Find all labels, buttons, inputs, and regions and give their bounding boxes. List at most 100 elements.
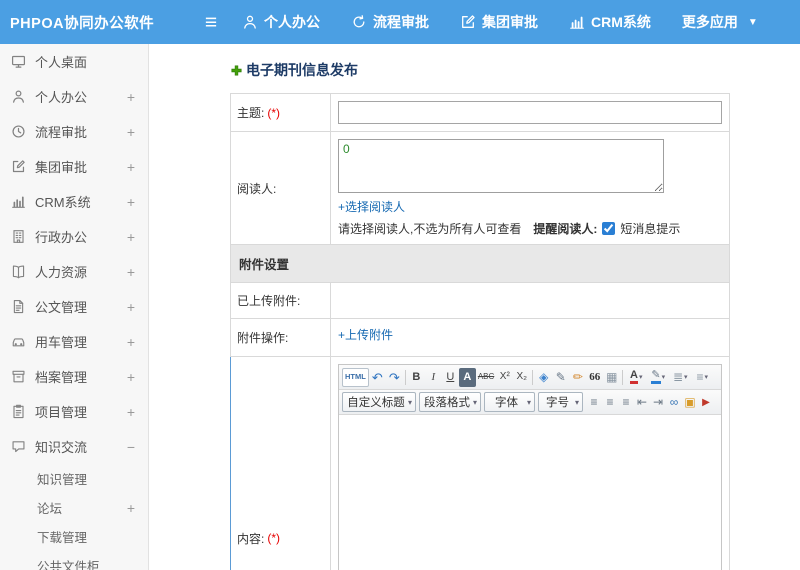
background-color-button[interactable]: ✎ ▾ <box>647 368 669 387</box>
expand-toggle[interactable]: + <box>127 229 135 245</box>
indent-button[interactable]: ⇥ <box>650 393 666 412</box>
nav-group-approval[interactable]: 集团审批 <box>460 12 538 32</box>
attachment-op-row: 附件操作: +上传附件 <box>231 319 729 357</box>
custom-heading-dropdown[interactable]: 自定义标题 ▾ <box>342 392 416 412</box>
insert-image-button[interactable]: ▣ <box>682 393 698 412</box>
nav-crm-system[interactable]: CRM系统 <box>569 12 651 32</box>
expand-toggle[interactable]: + <box>127 124 135 140</box>
expand-toggle[interactable]: + <box>127 264 135 280</box>
select-readers-link[interactable]: +选择阅读人 <box>338 198 405 215</box>
sidebar-item-workflow-approval[interactable]: 流程审批 + <box>0 114 148 149</box>
sidebar-subitem-public-file-cabinet[interactable]: 公共文件柜 <box>0 551 148 570</box>
edit-icon <box>462 15 475 28</box>
sidebar-item-personal-office[interactable]: 个人办公 + <box>0 79 148 114</box>
sidebar-item-personal-desktop[interactable]: 个人桌面 <box>0 44 148 79</box>
paragraph-format-dropdown[interactable]: 段落格式 ▾ <box>419 392 481 412</box>
chevron-down-icon: ▾ <box>472 397 477 407</box>
expand-toggle[interactable]: + <box>127 500 135 516</box>
upload-attachment-link[interactable]: +上传附件 <box>338 326 393 343</box>
sidebar-item-knowledge-exchange[interactable]: 知识交流 − <box>0 429 148 464</box>
sidebar-item-vehicle-management[interactable]: 用车管理 + <box>0 324 148 359</box>
sms-remind-checkbox[interactable] <box>602 222 616 235</box>
align-right-button[interactable]: ≡ <box>618 393 634 412</box>
outdent-button[interactable]: ⇤ <box>634 393 650 412</box>
attachment-section-row: 附件设置 <box>231 245 729 283</box>
main-content: 电子期刊信息发布 主题: (*) 阅读人: 0 +选择阅读人 请选择阅读人,不选… <box>149 44 800 570</box>
emoticon-button[interactable]: ▦ <box>603 368 620 387</box>
redo-button[interactable]: ↷ <box>386 368 403 387</box>
rich-text-editor: HTML ↶ ↷ B I U A ABC X² X₂ ◈ ✎ ✏ 66 ▦ A … <box>338 364 722 570</box>
nav-personal-office[interactable]: 个人办公 <box>242 12 320 32</box>
insert-link-button[interactable]: ∞ <box>666 393 682 412</box>
format-painter-button[interactable]: ✎ <box>552 368 569 387</box>
toolbar-separator <box>532 369 534 385</box>
unordered-list-button[interactable]: ≡ ▾ <box>691 368 713 387</box>
chat-bubble-icon <box>12 441 25 453</box>
editor-toolbar-row1: HTML ↶ ↷ B I U A ABC X² X₂ ◈ ✎ ✏ 66 ▦ A … <box>339 365 721 390</box>
chevron-down-icon: ▾ <box>704 373 709 381</box>
font-color-button[interactable]: A ▾ <box>625 368 647 387</box>
chevron-down-icon: ▾ <box>574 397 579 407</box>
readers-textarea[interactable]: 0 <box>338 139 664 193</box>
expand-toggle[interactable]: + <box>127 194 135 210</box>
subscript-button[interactable]: X₂ <box>513 368 530 387</box>
sidebar-item-hr[interactable]: 人力资源 + <box>0 254 148 289</box>
underline-button[interactable]: U <box>442 368 459 387</box>
required-mark: (*) <box>267 105 281 120</box>
sidebar-subitem-download-management[interactable]: 下载管理 <box>0 522 148 551</box>
content-label-cell: 内容: (*) <box>231 357 331 570</box>
top-nav: 个人办公 流程审批 集团审批 CRM系统 更多应用 ▼ <box>242 12 758 32</box>
menu-icon[interactable]: ≡ <box>196 12 226 33</box>
sidebar-subitem-knowledge-management[interactable]: 知识管理 <box>0 464 148 493</box>
font-family-dropdown[interactable]: 字体 ▾ <box>484 392 535 412</box>
expand-toggle[interactable]: + <box>127 334 135 350</box>
bold-button[interactable]: B <box>408 368 425 387</box>
sidebar-item-crm-system[interactable]: CRM系统 + <box>0 184 148 219</box>
app-window: PHPOA协同办公软件 ≡ 个人办公 流程审批 集团审批 CRM系统 更多应用 … <box>0 0 800 570</box>
sidebar-subitem-forum[interactable]: 论坛 + <box>0 493 148 522</box>
blockquote-button[interactable]: 66 <box>586 368 603 387</box>
expand-toggle[interactable]: + <box>127 299 135 315</box>
sidebar-item-group-approval[interactable]: 集团审批 + <box>0 149 148 184</box>
car-icon <box>12 338 25 347</box>
undo-button[interactable]: ↶ <box>369 368 386 387</box>
page-title: 电子期刊信息发布 <box>230 60 800 80</box>
expand-toggle[interactable]: + <box>127 369 135 385</box>
editor-content-area[interactable] <box>339 415 721 570</box>
sidebar-item-admin-office[interactable]: 行政办公 + <box>0 219 148 254</box>
uploaded-attachments-value <box>331 283 729 318</box>
sidebar-item-archive-management[interactable]: 档案管理 + <box>0 359 148 394</box>
expand-toggle[interactable]: + <box>127 159 135 175</box>
eraser-button[interactable]: ◈ <box>535 368 552 387</box>
italic-button[interactable]: I <box>425 368 442 387</box>
publish-form: 主题: (*) 阅读人: 0 +选择阅读人 请选择阅读人,不选为所有人可查看 提… <box>230 93 730 570</box>
remove-format-button[interactable]: A <box>458 367 476 387</box>
monitor-icon <box>11 55 26 68</box>
insert-media-button[interactable]: ▶ <box>698 393 714 412</box>
subject-input[interactable] <box>338 101 722 124</box>
highlight-pen-button[interactable]: ✏ <box>569 368 586 387</box>
expand-toggle[interactable]: + <box>127 89 135 105</box>
bar-chart-icon <box>569 16 585 30</box>
person-icon <box>244 15 256 29</box>
sidebar-item-document-management[interactable]: 公文管理 + <box>0 289 148 324</box>
align-left-button[interactable]: ≡ <box>586 393 602 412</box>
nav-workflow-approval[interactable]: 流程审批 <box>351 12 429 32</box>
ordered-list-button[interactable]: ≣ ▾ <box>669 368 691 387</box>
building-icon <box>13 230 24 243</box>
font-size-dropdown[interactable]: 字号 ▾ <box>538 392 583 412</box>
strikethrough-button[interactable]: ABC <box>476 368 496 387</box>
collapse-toggle[interactable]: − <box>127 439 135 455</box>
sms-remind-label: 短消息提示 <box>620 222 681 236</box>
align-center-button[interactable]: ≡ <box>602 393 618 412</box>
chevron-down-icon: ▾ <box>407 397 412 407</box>
sidebar: 个人桌面 个人办公 + 流程审批 + 集团审批 + CRM系统 + 行政办公 + <box>0 44 149 570</box>
html-source-button[interactable]: HTML <box>342 367 369 387</box>
chevron-down-icon: ▾ <box>526 397 531 407</box>
sidebar-item-project-management[interactable]: 项目管理 + <box>0 394 148 429</box>
expand-toggle[interactable]: + <box>127 404 135 420</box>
remind-readers-label: 提醒阅读人: <box>533 222 598 236</box>
superscript-button[interactable]: X² <box>496 368 513 387</box>
nav-more-apps[interactable]: 更多应用 ▼ <box>682 12 758 32</box>
clock-icon <box>12 125 25 138</box>
